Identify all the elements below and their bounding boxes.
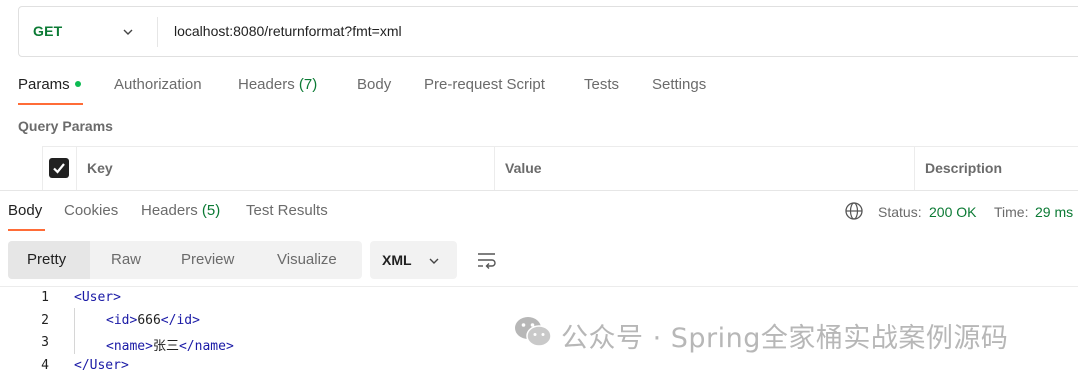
view-mode-selector: Pretty Raw Preview Visualize: [8, 241, 362, 279]
column-description: Description: [914, 147, 1078, 191]
tab-body[interactable]: Body: [357, 76, 391, 93]
code-line: <name>张三</name>: [106, 335, 234, 354]
response-tab-body[interactable]: Body: [8, 202, 42, 219]
xml-tag: <name>: [106, 339, 153, 354]
url-input[interactable]: localhost:8080/returnformat?fmt=xml: [174, 23, 402, 39]
view-mode-visualize[interactable]: Visualize: [260, 241, 362, 279]
tab-count: (5): [201, 202, 221, 219]
chevron-down-icon: [429, 258, 439, 264]
tab-count: (7): [298, 76, 318, 93]
url-divider: [157, 17, 158, 47]
xml-tag: </name>: [178, 339, 234, 354]
wechat-icon: [515, 317, 552, 347]
code-line: <id>666</id>: [106, 313, 200, 328]
check-icon: [53, 163, 65, 174]
tab-label: Body: [357, 76, 392, 93]
format-select[interactable]: XML: [370, 241, 457, 279]
tab-label: Authorization: [114, 76, 202, 93]
url-bar: GET localhost:8080/returnformat?fmt=xml: [18, 6, 1078, 57]
tab-tests[interactable]: Tests: [584, 76, 619, 93]
column-value: Value: [494, 147, 914, 191]
code-line: </User>: [74, 358, 129, 373]
format-label: XML: [382, 252, 412, 268]
watermark-text: 公众号 · Spring全家桶实战案例源码: [561, 323, 1009, 354]
status-label: Status:: [878, 204, 922, 220]
indent-guide: [74, 308, 75, 354]
response-tab-headers[interactable]: Headers (5): [141, 202, 220, 219]
wrap-lines-icon[interactable]: [476, 250, 498, 270]
params-active-dot: [74, 81, 81, 87]
query-params-title: Query Params: [18, 118, 113, 134]
xml-text: 张三: [152, 339, 179, 354]
active-tab-indicator: [8, 229, 45, 231]
view-mode-raw[interactable]: Raw: [90, 241, 164, 279]
xml-tag: <id>: [106, 313, 138, 328]
tab-label: Body: [8, 202, 43, 219]
chevron-down-icon: [123, 29, 133, 35]
tab-headers[interactable]: Headers (7): [238, 76, 317, 93]
xml-tag: </User>: [74, 358, 129, 373]
xml-text: 666: [137, 313, 161, 328]
code-line: <User>: [74, 290, 121, 305]
column-key: Key: [76, 147, 494, 191]
response-tab-cookies[interactable]: Cookies: [64, 202, 118, 219]
active-tab-indicator: [18, 103, 83, 105]
tab-label: Tests: [584, 76, 620, 93]
column-header: Description: [925, 160, 1003, 176]
view-mode-preview[interactable]: Preview: [164, 241, 260, 279]
tab-pre-request-script[interactable]: Pre-request Script: [424, 76, 545, 93]
method-select[interactable]: GET: [19, 7, 157, 56]
line-number: 1: [41, 290, 49, 305]
pane-divider[interactable]: [0, 190, 1078, 191]
method-label: GET: [33, 23, 63, 39]
tab-authorization[interactable]: Authorization: [114, 76, 202, 93]
xml-tag: <User>: [74, 290, 121, 305]
tab-label: Test Results: [246, 202, 328, 219]
time-value[interactable]: 29 ms: [1035, 204, 1073, 220]
select-all-checkbox[interactable]: [49, 158, 69, 178]
tab-params[interactable]: Params: [18, 76, 81, 93]
line-number: 3: [41, 335, 49, 350]
column-header: Key: [87, 160, 113, 176]
status-value[interactable]: 200 OK: [929, 204, 976, 220]
column-header: Value: [505, 160, 542, 176]
select-all-cell: [42, 147, 76, 191]
view-mode-pretty[interactable]: Pretty: [8, 241, 90, 279]
tab-label: Headers: [141, 202, 198, 219]
tab-label: Params: [18, 76, 70, 93]
line-number: 2: [41, 313, 49, 328]
xml-tag: </id>: [160, 313, 200, 328]
globe-icon[interactable]: [844, 201, 864, 221]
time-label: Time:: [994, 204, 1029, 220]
params-table-header: Key Value Description: [42, 146, 1078, 191]
tab-label: Pre-request Script: [424, 76, 545, 93]
tab-label: Settings: [652, 76, 707, 93]
response-tab-test-results[interactable]: Test Results: [246, 202, 328, 219]
line-number: 4: [41, 358, 49, 373]
tab-settings[interactable]: Settings: [652, 76, 706, 93]
tab-label: Cookies: [64, 202, 119, 219]
tab-label: Headers: [238, 76, 295, 93]
